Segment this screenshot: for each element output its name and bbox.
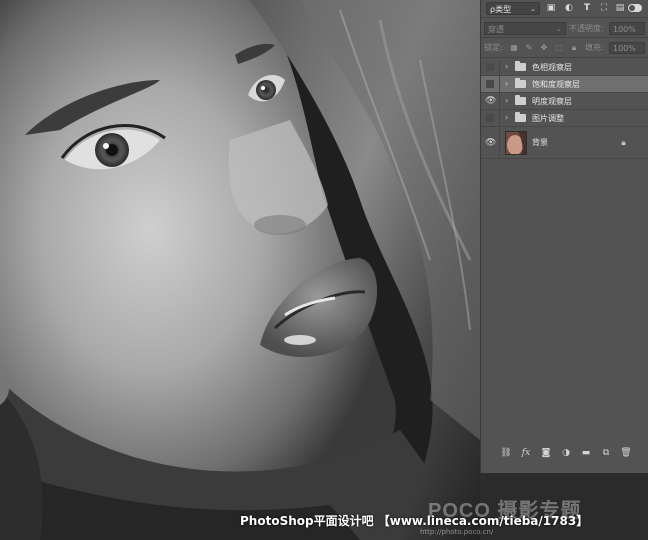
lock-transparent-icon[interactable]: ▦ [509,42,519,53]
link-icon[interactable]: ⛓ [500,447,512,459]
chevron-right-icon[interactable]: › [505,79,508,89]
blend-row: 穿透 ⌄ 不透明度: 100% [481,19,648,38]
row-separator [499,110,500,126]
layer-name: 图片调整 [532,114,564,123]
blend-mode-label: 穿透 [488,25,504,34]
layer-name: 明度观察层 [532,97,572,106]
filter-type-select[interactable]: ρ类型 ⌄ [486,2,540,15]
lock-pixels-icon[interactable]: ✎ [524,42,534,53]
fill-field[interactable]: 100% [609,42,645,54]
blend-mode-select[interactable]: 穿透 ⌄ [484,22,566,35]
fill-value: 100% [613,44,636,53]
eye-icon[interactable]: 👁︎ [485,96,496,106]
layer-thumbnail [505,131,527,155]
layer-row-hue[interactable]: › 色相观察层 [481,59,648,76]
fill-label: 填充: [585,43,604,52]
lock-all-icon[interactable]: 🔒︎ [569,42,579,53]
adjustment-icon[interactable]: ◑ [560,447,572,459]
folder-icon [515,78,526,88]
shape-filter-icon[interactable]: ⛶ [599,3,609,13]
layers-list: › 色相观察层 › 饱和度观察层 👁︎ › 明度观察层 › 图片调整 👁︎ 背景… [481,59,648,159]
folder-icon [515,61,526,71]
chevron-down-icon: ⌄ [556,25,562,33]
group-folder-icon[interactable]: ▬ [580,447,592,459]
layer-name: 饱和度观察层 [532,80,580,89]
layer-name: 背景 [532,138,548,147]
portrait-photo [0,0,480,540]
chevron-right-icon[interactable]: › [505,96,508,106]
fx-icon[interactable]: fx [520,447,532,459]
layers-bottom-toolbar: ⛓ fx ◙ ◑ ▬ ⧉ 🗑︎ [481,442,648,464]
lock-position-icon[interactable]: ✥ [539,42,549,53]
lock-icon: 🔒︎ [621,138,626,147]
mask-icon[interactable]: ◙ [540,447,552,459]
filter-toggle[interactable] [628,4,642,12]
eye-icon[interactable]: 👁︎ [485,138,496,148]
visibility-toggle-off[interactable] [486,114,494,122]
lock-label: 锁定: [484,43,503,52]
type-filter-icon[interactable]: T [582,3,592,13]
site-watermark: PhotoShop平面设计吧 【www.lineca.com/tieba/178… [240,514,589,528]
lock-row: 锁定: ▦ ✎ ✥ ⬚ 🔒︎ 填充: 100% [481,38,648,58]
layer-row-background[interactable]: 👁︎ 背景 🔒︎ [481,127,648,159]
row-separator [499,76,500,92]
filter-type-label: ρ类型 [490,5,512,14]
row-separator [499,59,500,75]
folder-icon [515,95,526,105]
pixel-filter-icon[interactable]: ▣ [546,3,556,13]
image-canvas[interactable] [0,0,480,540]
folder-icon [515,112,526,122]
trash-icon[interactable]: 🗑︎ [620,447,632,459]
opacity-label: 不透明度: [569,24,604,33]
row-separator [499,127,500,158]
adjustment-filter-icon[interactable]: ◐ [564,3,574,13]
smart-object-filter-icon[interactable]: ▤ [615,3,625,13]
chevron-down-icon: ⌄ [530,5,536,13]
visibility-toggle-off[interactable] [486,63,494,71]
lock-artboard-icon[interactable]: ⬚ [554,42,564,53]
new-layer-icon[interactable]: ⧉ [600,447,612,459]
row-separator [499,93,500,109]
layer-row-saturation[interactable]: › 饱和度观察层 [481,76,648,93]
chevron-right-icon[interactable]: › [505,62,508,72]
layer-row-adjust[interactable]: › 图片调整 [481,110,648,127]
layers-panel: ρ类型 ⌄ ▣ ◐ T ⛶ ▤ 穿透 ⌄ 不透明度: 100% 锁定: ▦ ✎ … [480,0,648,473]
poco-url-watermark: http://photo.poco.cn/ [420,528,494,536]
opacity-value: 100% [613,25,636,34]
visibility-toggle-off[interactable] [486,80,494,88]
layer-row-lightness[interactable]: 👁︎ › 明度观察层 [481,93,648,110]
opacity-field[interactable]: 100% [609,22,645,35]
layer-name: 色相观察层 [532,63,572,72]
filter-bar: ρ类型 ⌄ ▣ ◐ T ⛶ ▤ [481,0,648,18]
chevron-right-icon[interactable]: › [505,113,508,123]
